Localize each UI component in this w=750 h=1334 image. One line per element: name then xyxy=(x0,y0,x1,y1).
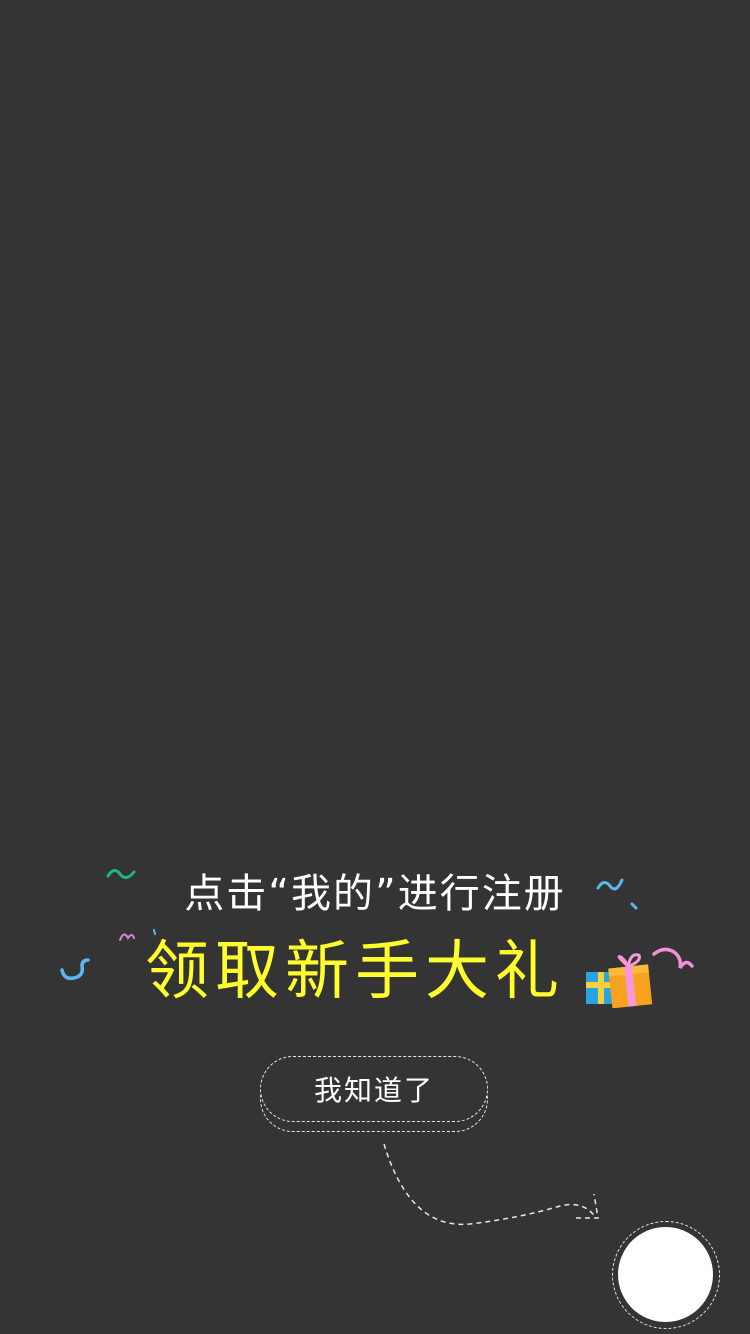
my-tab-highlight[interactable] xyxy=(612,1221,720,1329)
got-it-button-label: 我知道了 xyxy=(313,1074,434,1107)
register-hint-text: 点击“我的”进行注册 xyxy=(184,871,566,917)
dashed-arrow-icon xyxy=(383,1143,599,1226)
button-face: 我知道了 xyxy=(260,1056,488,1122)
my-tab-spotlight xyxy=(618,1227,713,1322)
got-it-button[interactable]: 我知道了 xyxy=(260,1056,490,1134)
gift-box-icon xyxy=(586,953,653,1008)
onboarding-overlay: 点击“我的”进行注册 领取新手大礼 我知道了 xyxy=(0,0,750,1334)
